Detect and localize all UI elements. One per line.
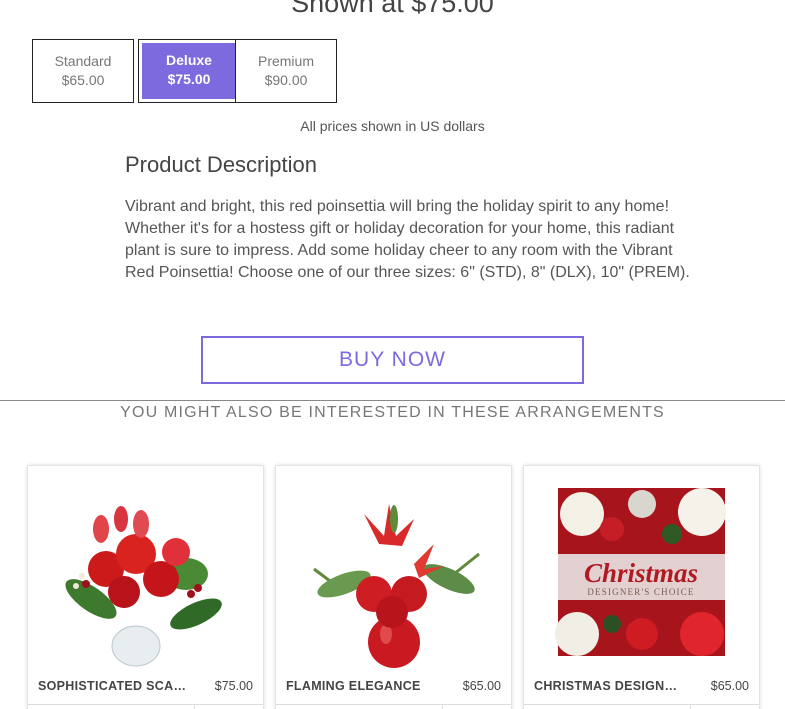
size-option-name: Standard xyxy=(54,53,112,69)
size-option-price: $75.00 xyxy=(167,71,211,87)
card-footer-divider xyxy=(28,704,263,705)
related-heading: YOU MIGHT ALSO BE INTERESTED IN THESE AR… xyxy=(120,404,665,421)
image-sub-text: DESIGNER'S CHOICE xyxy=(587,587,694,597)
size-option-premium[interactable]: Premium $90.00 xyxy=(235,39,337,103)
size-option-name: Premium xyxy=(257,53,314,69)
card-footer-separator xyxy=(690,704,691,709)
product-name[interactable]: SOPHISTICATED SCARLET xyxy=(38,679,188,693)
product-name[interactable]: CHRISTMAS DESIGNER'S CHOICE xyxy=(534,679,684,693)
size-option-standard[interactable]: Standard $65.00 xyxy=(32,39,134,103)
size-option-price: $65.00 xyxy=(61,72,105,88)
product-image-christmas-designers-choice[interactable]: Christmas DESIGNER'S CHOICE xyxy=(532,474,751,674)
product-card[interactable]: Christmas DESIGNER'S CHOICE CHRISTMAS DE… xyxy=(523,465,760,709)
buy-now-button[interactable]: BUY NOW xyxy=(201,336,584,384)
size-option-deluxe[interactable]: Deluxe $75.00 xyxy=(138,39,240,103)
card-footer-divider xyxy=(524,704,759,705)
product-card[interactable]: FLAMING ELEGANCE $65.00 xyxy=(275,465,512,709)
shown-at-price: Shown at $75.00 xyxy=(291,0,494,18)
product-price: $65.00 xyxy=(710,679,749,693)
image-script-text: Christmas xyxy=(584,558,698,588)
product-price: $75.00 xyxy=(214,679,253,693)
product-description-title: Product Description xyxy=(125,152,317,177)
product-image-sophisticated-scarlet[interactable] xyxy=(36,474,255,674)
card-footer-separator xyxy=(442,704,443,709)
product-name[interactable]: FLAMING ELEGANCE xyxy=(286,679,436,693)
section-divider xyxy=(0,400,785,401)
size-option-price: $90.00 xyxy=(264,72,308,88)
product-description-body: Vibrant and bright, this red poinsettia … xyxy=(125,198,690,281)
card-footer-divider xyxy=(276,704,511,705)
product-image-flaming-elegance[interactable] xyxy=(284,474,503,674)
card-footer-separator xyxy=(194,704,195,709)
size-option-name: Deluxe xyxy=(166,52,212,68)
product-card[interactable]: SOPHISTICATED SCARLET $75.00 xyxy=(27,465,264,709)
currency-note: All prices shown in US dollars xyxy=(300,118,485,134)
product-price: $65.00 xyxy=(462,679,501,693)
